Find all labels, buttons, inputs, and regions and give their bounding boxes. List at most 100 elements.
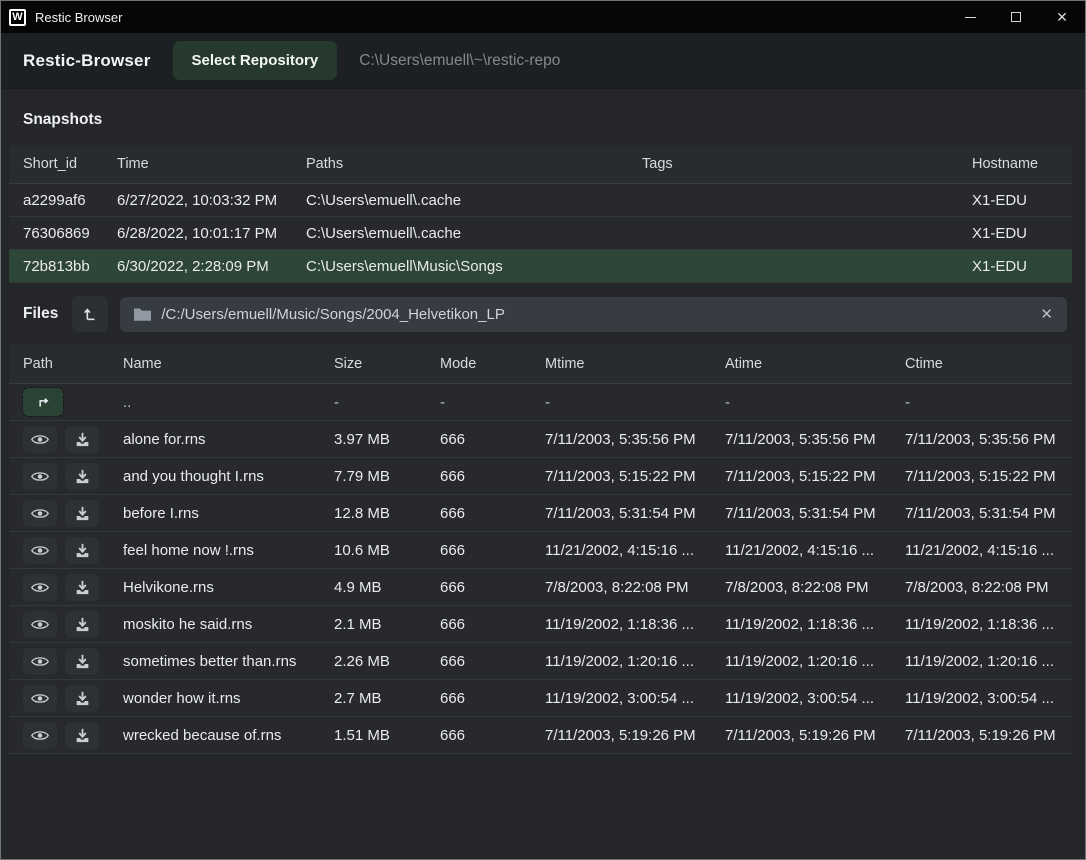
- snapshots-table-header: Short_id Time Paths Tags Hostname: [9, 145, 1072, 184]
- file-size: 3.97 MB: [334, 431, 440, 448]
- current-path-bar[interactable]: /C:/Users/emuell/Music/Songs/2004_Helvet…: [120, 297, 1067, 332]
- download-icon: [75, 728, 90, 743]
- snapshot-time: 6/30/2022, 2:28:09 PM: [117, 258, 306, 275]
- file-mtime: 11/21/2002, 4:15:16 ...: [545, 542, 725, 559]
- download-button[interactable]: [65, 685, 99, 712]
- file-ctime: 7/11/2003, 5:35:56 PM: [905, 431, 1072, 448]
- up-level-icon: [82, 306, 98, 322]
- file-name: before I.rns: [123, 505, 334, 522]
- download-button[interactable]: [65, 648, 99, 675]
- file-atime: 7/11/2003, 5:19:26 PM: [725, 727, 905, 744]
- file-atime: 7/11/2003, 5:31:54 PM: [725, 505, 905, 522]
- go-parent-icon: [36, 395, 51, 410]
- file-name[interactable]: ..: [123, 394, 334, 411]
- snapshots-heading: Snapshots: [1, 111, 1085, 129]
- app-header: Restic-Browser Select Repository C:\User…: [1, 33, 1085, 89]
- file-atime: 11/19/2002, 1:20:16 ...: [725, 653, 905, 670]
- file-row: wrecked because of.rns 1.51 MB 666 7/11/…: [9, 717, 1072, 754]
- download-icon: [75, 543, 90, 558]
- download-button[interactable]: [65, 426, 99, 453]
- eye-icon: [31, 470, 49, 483]
- download-button[interactable]: [65, 722, 99, 749]
- files-table-header: Path Name Size Mode Mtime Atime Ctime: [9, 344, 1072, 384]
- preview-button[interactable]: [23, 500, 57, 527]
- download-button[interactable]: [65, 574, 99, 601]
- download-button[interactable]: [65, 537, 99, 564]
- eye-icon: [31, 655, 49, 668]
- snapshot-row[interactable]: 76306869 6/28/2022, 10:01:17 PM C:\Users…: [9, 217, 1072, 250]
- preview-button[interactable]: [23, 574, 57, 601]
- column-path: Path: [23, 356, 123, 372]
- file-name: moskito he said.rns: [123, 616, 334, 633]
- minimize-button[interactable]: [947, 1, 993, 33]
- file-mode: 666: [440, 468, 545, 485]
- download-button[interactable]: [65, 463, 99, 490]
- snapshot-hostname: X1-EDU: [972, 225, 1072, 242]
- file-mtime: 11/19/2002, 1:18:36 ...: [545, 616, 725, 633]
- file-row: before I.rns 12.8 MB 666 7/11/2003, 5:31…: [9, 495, 1072, 532]
- main-content: Snapshots Short_id Time Paths Tags Hostn…: [1, 89, 1085, 859]
- current-path: /C:/Users/emuell/Music/Songs/2004_Helvet…: [161, 306, 1030, 323]
- preview-button[interactable]: [23, 611, 57, 638]
- app-logo-icon: W: [9, 9, 26, 26]
- files-table: Path Name Size Mode Mtime Atime Ctime: [1, 344, 1085, 754]
- download-button[interactable]: [65, 611, 99, 638]
- preview-button[interactable]: [23, 722, 57, 749]
- clear-path-button[interactable]: ✕: [1040, 305, 1053, 323]
- preview-button[interactable]: [23, 648, 57, 675]
- file-ctime: 11/19/2002, 1:18:36 ...: [905, 616, 1072, 633]
- close-icon: ✕: [1056, 9, 1068, 26]
- column-name: Name: [123, 356, 334, 372]
- file-mode: 666: [440, 690, 545, 707]
- file-row: Helvikone.rns 4.9 MB 666 7/8/2003, 8:22:…: [9, 569, 1072, 606]
- window-title: Restic Browser: [35, 10, 122, 25]
- download-icon: [75, 691, 90, 706]
- file-row: feel home now !.rns 10.6 MB 666 11/21/20…: [9, 532, 1072, 569]
- column-ctime: Ctime: [905, 356, 1072, 372]
- snapshot-row-selected[interactable]: 72b813bb 6/30/2022, 2:28:09 PM C:\Users\…: [9, 250, 1072, 283]
- file-mode: 666: [440, 616, 545, 633]
- file-mode: -: [440, 394, 545, 411]
- snapshot-paths: C:\Users\emuell\.cache: [306, 225, 642, 242]
- file-ctime: 7/11/2003, 5:19:26 PM: [905, 727, 1072, 744]
- file-atime: 7/11/2003, 5:35:56 PM: [725, 431, 905, 448]
- file-size: -: [334, 394, 440, 411]
- file-mtime: 11/19/2002, 3:00:54 ...: [545, 690, 725, 707]
- file-mtime: -: [545, 394, 725, 411]
- eye-icon: [31, 544, 49, 557]
- file-row: alone for.rns 3.97 MB 666 7/11/2003, 5:3…: [9, 421, 1072, 458]
- snapshot-row[interactable]: a2299af6 6/27/2022, 10:03:32 PM C:\Users…: [9, 184, 1072, 217]
- go-parent-button[interactable]: [23, 388, 63, 416]
- preview-button[interactable]: [23, 685, 57, 712]
- download-button[interactable]: [65, 500, 99, 527]
- up-level-button[interactable]: [72, 296, 108, 332]
- parent-directory-row: .. - - - - -: [9, 384, 1072, 421]
- file-size: 7.79 MB: [334, 468, 440, 485]
- download-icon: [75, 580, 90, 595]
- file-name: feel home now !.rns: [123, 542, 334, 559]
- file-mode: 666: [440, 431, 545, 448]
- preview-button[interactable]: [23, 537, 57, 564]
- preview-button[interactable]: [23, 426, 57, 453]
- file-atime: 7/8/2003, 8:22:08 PM: [725, 579, 905, 596]
- files-heading: Files: [23, 305, 58, 323]
- file-atime: 11/19/2002, 1:18:36 ...: [725, 616, 905, 633]
- select-repository-button[interactable]: Select Repository: [173, 41, 338, 80]
- file-atime: 7/11/2003, 5:15:22 PM: [725, 468, 905, 485]
- file-mode: 666: [440, 727, 545, 744]
- eye-icon: [31, 581, 49, 594]
- column-mtime: Mtime: [545, 356, 725, 372]
- file-atime: 11/21/2002, 4:15:16 ...: [725, 542, 905, 559]
- snapshot-hostname: X1-EDU: [972, 258, 1072, 275]
- close-button[interactable]: ✕: [1039, 1, 1085, 33]
- file-row: wonder how it.rns 2.7 MB 666 11/19/2002,…: [9, 680, 1072, 717]
- snapshot-time: 6/28/2022, 10:01:17 PM: [117, 225, 306, 242]
- file-name: Helvikone.rns: [123, 579, 334, 596]
- maximize-button[interactable]: [993, 1, 1039, 33]
- file-mode: 666: [440, 579, 545, 596]
- file-ctime: 7/8/2003, 8:22:08 PM: [905, 579, 1072, 596]
- file-ctime: 11/19/2002, 1:20:16 ...: [905, 653, 1072, 670]
- preview-button[interactable]: [23, 463, 57, 490]
- repository-path: C:\Users\emuell\~\restic-repo: [359, 52, 560, 70]
- file-atime: -: [725, 394, 905, 411]
